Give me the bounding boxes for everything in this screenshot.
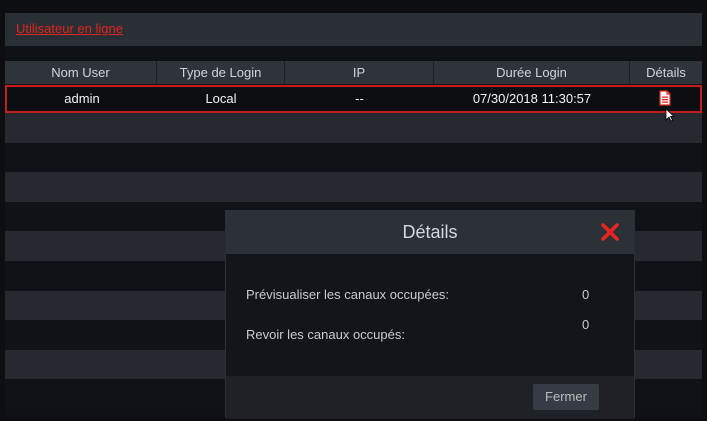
close-x-icon[interactable] xyxy=(600,222,620,242)
dialog-footer: Fermer xyxy=(226,376,634,419)
column-header-user: Nom User xyxy=(5,61,157,84)
cell-login-type: Local xyxy=(205,91,237,106)
empty-row xyxy=(5,113,702,143)
dialog-title: Détails xyxy=(402,222,458,242)
mouse-pointer-icon xyxy=(665,108,676,127)
empty-row xyxy=(5,172,702,202)
table-header: Nom User Type de Login IP Durée Login Dé… xyxy=(5,61,702,84)
dialog-body: Prévisualiser les canaux occupées: 0 Rev… xyxy=(226,254,634,376)
preview-channels-value: 0 xyxy=(582,287,590,302)
cell-ip: -- xyxy=(355,91,364,106)
title-bar: Utilisateur en ligne xyxy=(5,13,702,46)
page-title: Utilisateur en ligne xyxy=(16,21,123,36)
cell-login-duration: 07/30/2018 11:30:57 xyxy=(472,91,592,106)
column-header-login-duration: Durée Login xyxy=(434,61,630,84)
column-header-details: Détails xyxy=(646,65,686,80)
table-row[interactable]: admin Local -- 07/30/2018 11:30:57 xyxy=(5,85,702,113)
playback-channels-value: 0 xyxy=(582,317,590,332)
column-header-ip: IP xyxy=(285,61,434,84)
cell-user: admin xyxy=(64,91,100,106)
playback-channels-label: Revoir les canaux occupés: xyxy=(246,327,405,342)
column-header-login-type: Type de Login xyxy=(157,61,285,84)
dialog-header: Détails xyxy=(226,211,634,254)
close-button[interactable]: Fermer xyxy=(533,384,599,410)
details-dialog: Détails Prévisualiser les canaux occupée… xyxy=(225,210,635,419)
empty-row xyxy=(5,142,702,173)
preview-channels-label: Prévisualiser les canaux occupées: xyxy=(246,287,450,302)
